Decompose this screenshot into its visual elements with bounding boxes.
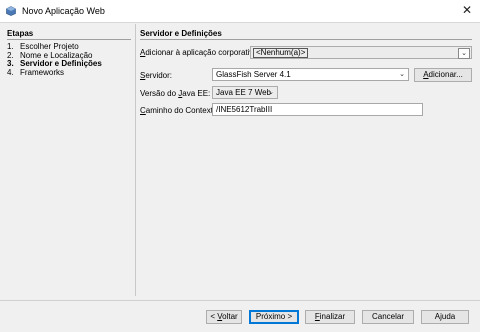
- enterprise-app-value: <Nenhum(a)>: [253, 48, 309, 58]
- chevron-down-icon[interactable]: ⌄: [397, 70, 407, 79]
- enterprise-app-label: Adicionar à aplicação corporativa:: [140, 48, 261, 57]
- back-button[interactable]: < Voltar: [206, 310, 242, 324]
- next-button[interactable]: Próximo >: [249, 310, 299, 324]
- window-title: Novo Aplicação Web: [22, 6, 105, 16]
- server-value: GlassFish Server 4.1: [216, 70, 291, 79]
- java-ee-label: Versão do Java EE:: [140, 89, 211, 98]
- panel-separator: [140, 39, 472, 40]
- netbeans-cube-icon: [6, 6, 16, 16]
- context-path-input[interactable]: /INE5612TrabIII: [212, 103, 423, 116]
- close-icon[interactable]: ✕: [462, 3, 472, 17]
- step-number: 4.: [7, 67, 14, 77]
- title-bar: Novo Aplicação Web ✕: [0, 0, 480, 22]
- java-ee-value: Java EE 7 Web: [216, 88, 271, 97]
- context-path-value: /INE5612TrabIII: [216, 105, 273, 114]
- server-select[interactable]: GlassFish Server 4.1 ⌄: [212, 68, 409, 81]
- steps-list: 1. Escolher Projeto 2. Nome e Localização …: [7, 42, 102, 78]
- cancel-button[interactable]: Cancelar: [362, 310, 414, 324]
- steps-separator: [7, 39, 131, 40]
- add-server-button[interactable]: Adicionar...: [414, 68, 472, 82]
- footer-divider: [0, 300, 480, 301]
- step-label: Frameworks: [20, 67, 65, 77]
- steps-title: Etapas: [7, 29, 34, 38]
- enterprise-app-select[interactable]: <Nenhum(a)> ⌄: [250, 46, 472, 59]
- help-button[interactable]: Ajuda: [421, 310, 469, 324]
- context-path-label: Caminho do Contexto:: [140, 106, 220, 115]
- chevron-down-icon[interactable]: ⌄: [458, 48, 470, 59]
- title-divider: [0, 22, 480, 23]
- panel-divider: [135, 24, 136, 296]
- panel-title: Servidor e Definições: [140, 29, 222, 38]
- finish-button[interactable]: Finalizar: [305, 310, 355, 324]
- java-ee-select[interactable]: Java EE 7 Web ⌄: [212, 86, 278, 99]
- step-item: 4. Frameworks: [7, 67, 102, 78]
- server-label: Servidor:: [140, 71, 173, 80]
- chevron-down-icon[interactable]: ⌄: [266, 88, 276, 97]
